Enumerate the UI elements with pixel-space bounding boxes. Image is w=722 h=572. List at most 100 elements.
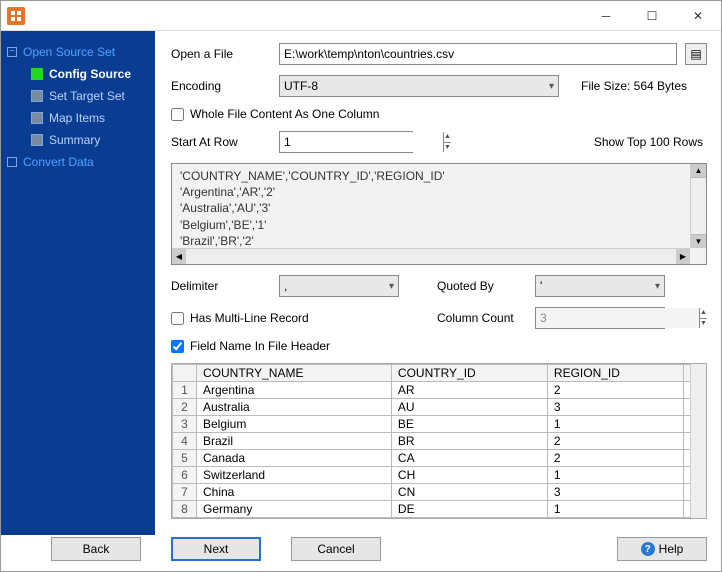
help-button[interactable]: ?Help [617, 537, 707, 561]
table-cell[interactable]: Argentina [197, 382, 392, 399]
table-vscroll[interactable] [690, 364, 706, 518]
table-cell[interactable]: AR [391, 382, 547, 399]
table-cell[interactable]: 1 [547, 501, 683, 518]
chevron-down-icon: ▾ [389, 281, 394, 292]
col-count-spinner: ▲▼ [535, 307, 665, 329]
spin-down-icon[interactable]: ▼ [444, 143, 451, 153]
sidebar-item-map-items[interactable]: Map Items [1, 107, 155, 129]
table-row[interactable]: 1ArgentinaAR2 [173, 382, 706, 399]
table-cell[interactable]: Canada [197, 450, 392, 467]
table-cell[interactable]: 2 [547, 382, 683, 399]
chevron-down-icon: ▾ [549, 81, 554, 92]
start-row-spinner[interactable]: ▲▼ [279, 131, 413, 153]
back-button[interactable]: Back [51, 537, 141, 561]
browse-file-button[interactable]: ▤ [685, 43, 707, 65]
table-cell[interactable]: DE [391, 501, 547, 518]
table-cell[interactable]: BR [391, 433, 547, 450]
spin-down-icon: ▼ [700, 319, 707, 329]
whole-file-check-input[interactable] [171, 108, 184, 121]
file-preview: 'COUNTRY_NAME','COUNTRY_ID','REGION_ID''… [171, 163, 707, 265]
field-header-checkbox[interactable]: Field Name In File Header [171, 339, 330, 353]
close-button[interactable]: ✕ [675, 1, 721, 31]
preview-vscroll[interactable]: ▲▼ [690, 164, 706, 248]
cancel-button[interactable]: Cancel [291, 537, 381, 561]
table-cell[interactable]: 3 [547, 484, 683, 501]
sidebar-item-summary[interactable]: Summary [1, 129, 155, 151]
row-number: 3 [173, 416, 197, 433]
preview-line: 'Australia','AU','3' [180, 200, 698, 216]
row-number: 1 [173, 382, 197, 399]
folder-icon: ▤ [690, 47, 701, 61]
maximize-button[interactable]: ☐ [629, 1, 675, 31]
table-cell[interactable]: CH [391, 467, 547, 484]
file-path-input[interactable] [279, 43, 677, 65]
column-header[interactable]: COUNTRY_ID [391, 365, 547, 382]
data-table-wrap: COUNTRY_NAMECOUNTRY_IDREGION_ID 1Argenti… [171, 363, 707, 519]
encoding-select[interactable]: UTF-8 ▾ [279, 75, 559, 97]
table-row[interactable]: 8GermanyDE1 [173, 501, 706, 518]
sidebar-top-open-source[interactable]: −Open Source Set [1, 41, 155, 63]
table-cell[interactable]: Germany [197, 501, 392, 518]
encoding-label: Encoding [171, 79, 271, 93]
multi-line-checkbox[interactable]: Has Multi-Line Record [171, 311, 309, 325]
quoted-by-select[interactable]: ' ▾ [535, 275, 665, 297]
delimiter-select[interactable]: , ▾ [279, 275, 399, 297]
col-count-label: Column Count [437, 311, 527, 325]
table-row[interactable]: 2AustraliaAU3 [173, 399, 706, 416]
data-table: COUNTRY_NAMECOUNTRY_IDREGION_ID 1Argenti… [172, 364, 706, 518]
table-row[interactable]: 3BelgiumBE1 [173, 416, 706, 433]
column-header[interactable]: REGION_ID [547, 365, 683, 382]
table-row[interactable]: 4BrazilBR2 [173, 433, 706, 450]
table-cell[interactable]: 2 [547, 450, 683, 467]
spin-up-icon[interactable]: ▲ [444, 132, 451, 143]
table-cell[interactable]: AU [391, 399, 547, 416]
delimiter-label: Delimiter [171, 279, 271, 293]
quoted-by-value: ' [540, 279, 542, 293]
whole-file-checkbox[interactable]: Whole File Content As One Column [171, 107, 379, 121]
sidebar-top-convert-data[interactable]: Convert Data [1, 151, 155, 173]
col-count-input [536, 308, 699, 328]
help-icon: ? [641, 542, 655, 556]
encoding-value: UTF-8 [284, 79, 318, 93]
field-header-check-label: Field Name In File Header [190, 339, 330, 353]
chevron-down-icon: ▾ [655, 281, 660, 292]
table-row[interactable]: 7ChinaCN3 [173, 484, 706, 501]
table-cell[interactable]: Belgium [197, 416, 392, 433]
column-header[interactable]: COUNTRY_NAME [197, 365, 392, 382]
spin-up-icon: ▲ [700, 308, 707, 319]
start-row-input[interactable] [280, 132, 443, 152]
table-row[interactable]: 6SwitzerlandCH1 [173, 467, 706, 484]
table-cell[interactable]: 1 [547, 467, 683, 484]
row-number: 5 [173, 450, 197, 467]
preview-line: 'COUNTRY_NAME','COUNTRY_ID','REGION_ID' [180, 168, 698, 184]
table-cell[interactable]: Brazil [197, 433, 392, 450]
minimize-button[interactable]: ─ [583, 1, 629, 31]
preview-hscroll[interactable]: ◀▶ [172, 248, 690, 264]
row-number: 2 [173, 399, 197, 416]
field-header-check-input[interactable] [171, 340, 184, 353]
table-cell[interactable]: CN [391, 484, 547, 501]
row-number: 6 [173, 467, 197, 484]
next-button[interactable]: Next [171, 537, 261, 561]
table-cell[interactable]: BE [391, 416, 547, 433]
whole-file-check-label: Whole File Content As One Column [190, 107, 379, 121]
table-cell[interactable]: CA [391, 450, 547, 467]
table-row[interactable]: 5CanadaCA2 [173, 450, 706, 467]
table-cell[interactable]: 2 [547, 433, 683, 450]
sidebar-item-config-source[interactable]: Config Source [1, 63, 155, 85]
preview-line: 'Belgium','BE','1' [180, 217, 698, 233]
table-cell[interactable]: Switzerland [197, 467, 392, 484]
main-panel: Open a File ▤ Encoding UTF-8 ▾ File Size… [155, 31, 721, 535]
quoted-by-label: Quoted By [437, 279, 527, 293]
table-cell[interactable]: China [197, 484, 392, 501]
multi-line-check-input[interactable] [171, 312, 184, 325]
row-number: 7 [173, 484, 197, 501]
show-top-rows-label: Show Top 100 Rows [594, 135, 703, 149]
table-cell[interactable]: Australia [197, 399, 392, 416]
wizard-window: ─ ☐ ✕ −Open Source Set Config Source Set… [0, 0, 722, 572]
sidebar-item-set-target[interactable]: Set Target Set [1, 85, 155, 107]
table-cell[interactable]: 3 [547, 399, 683, 416]
table-cell[interactable]: 1 [547, 416, 683, 433]
preview-line: 'Argentina','AR','2' [180, 184, 698, 200]
open-file-label: Open a File [171, 47, 271, 61]
